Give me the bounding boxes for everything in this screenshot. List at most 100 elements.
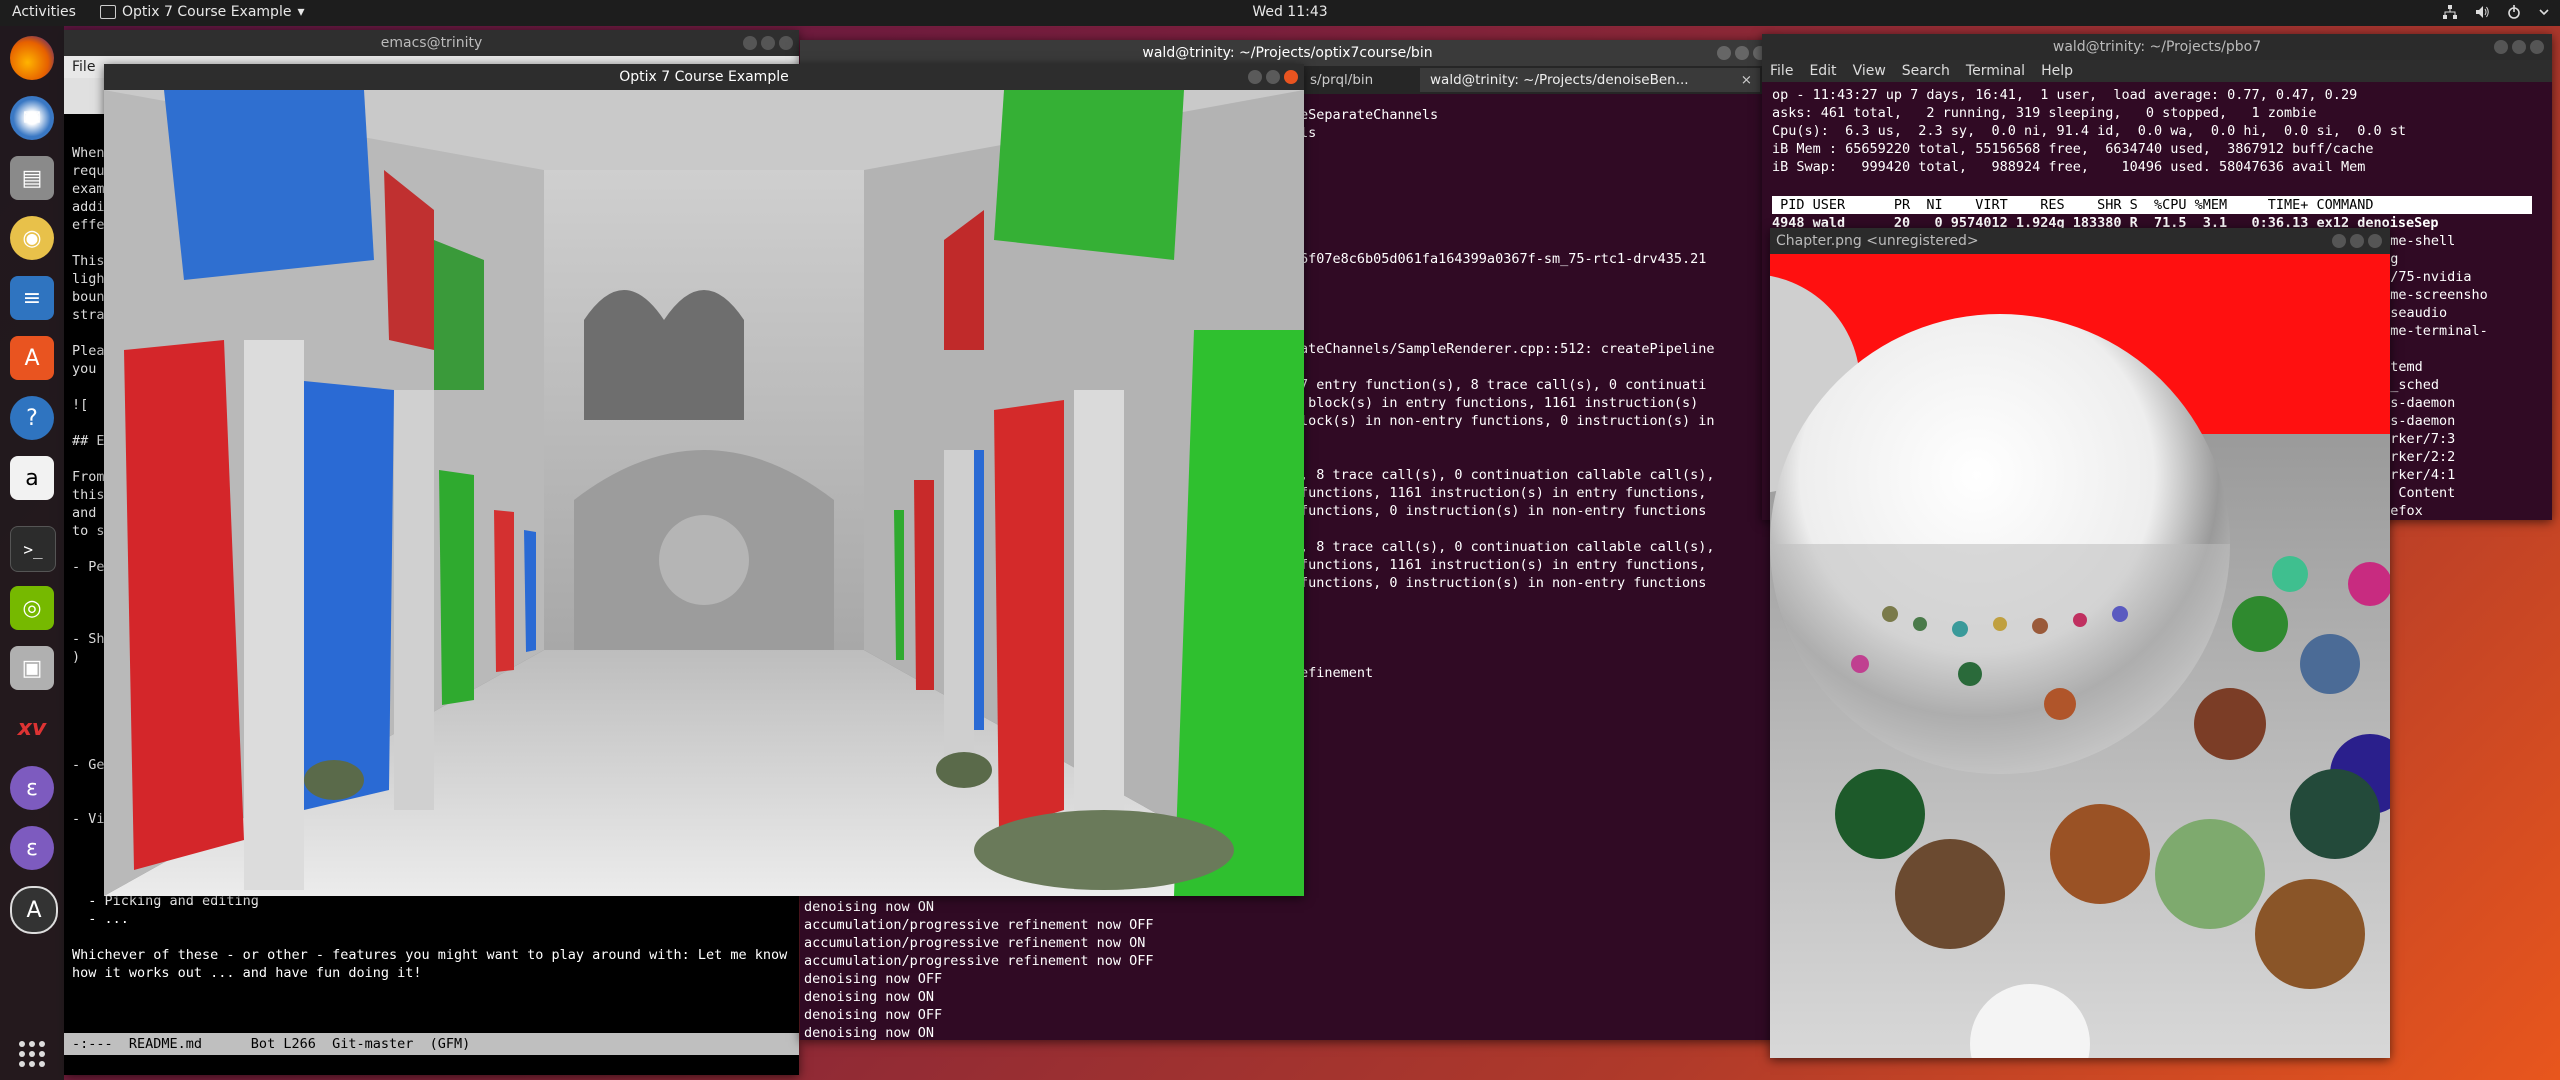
maximize-button[interactable] [1266, 70, 1280, 84]
process-command: op [2374, 340, 2488, 358]
close-button[interactable] [2368, 234, 2382, 248]
terminal-line: 6f07e8c6b05d061fa164399a0367f-sm_75-rtc1… [1300, 251, 1707, 267]
terminal-line: denoising now ON [804, 899, 935, 915]
blue-curtain [294, 380, 394, 810]
menu-edit[interactable]: Edit [1809, 60, 1836, 82]
terminal-line: functions, 0 instruction(s) in non-entry… [1300, 503, 1707, 519]
emacs-title: emacs@trinity [380, 35, 483, 51]
emacs-icon[interactable]: ε [10, 826, 54, 870]
close-button[interactable] [1284, 70, 1298, 84]
minimize-button[interactable] [2494, 40, 2508, 54]
maximize-button[interactable] [1735, 46, 1749, 60]
system-tray[interactable] [2442, 4, 2550, 20]
terminal-line: eSeparateChannels [1300, 107, 1439, 123]
buffer-line: how it works out ... and have fun doing … [72, 965, 422, 981]
terminal-line: denoising now ON [804, 1025, 935, 1040]
buffer-line [72, 594, 105, 612]
emacs-titlebar[interactable]: emacs@trinity [64, 30, 799, 56]
process-command: cu_sched [2374, 377, 2440, 393]
software-center-icon[interactable]: A [10, 336, 54, 380]
minimize-button[interactable] [1717, 46, 1731, 60]
close-button[interactable] [779, 36, 793, 50]
minimize-button[interactable] [1248, 70, 1262, 84]
buffer-line [72, 666, 105, 684]
close-icon[interactable]: × [1741, 68, 1752, 92]
top-terminal-titlebar[interactable]: wald@trinity: ~/Projects/pbo7 [1762, 34, 2552, 60]
terminal-line: block(s) in entry functions, 1161 instru… [1300, 395, 1699, 411]
buffer-line [72, 720, 105, 738]
xv-icon[interactable]: xv [10, 706, 54, 750]
optix-titlebar[interactable]: Optix 7 Course Example [104, 64, 1304, 90]
process-command: nome-shell [2374, 233, 2456, 249]
buffer-line: When [72, 145, 105, 161]
terminal-title: wald@trinity: ~/Projects/optix7course/bi… [1142, 45, 1433, 61]
terminal-tab-active[interactable]: wald@trinity: ~/Projects/denoiseBen... × [1420, 68, 1760, 92]
network-icon [2443, 5, 2457, 19]
menu-terminal[interactable]: Terminal [1966, 60, 2025, 82]
process-command: nome-terminal- [2374, 323, 2488, 339]
buffer-line [72, 928, 787, 946]
red-curtain [124, 340, 244, 870]
process-command: ystemd [2374, 359, 2423, 375]
rhythmbox-icon[interactable]: ◉ [10, 216, 54, 260]
activities-button[interactable]: Activities [12, 4, 76, 20]
buffer-line: ![ [72, 397, 89, 413]
buffer-line: - Sh [72, 631, 105, 647]
emacs-menu-file[interactable]: File [72, 56, 95, 78]
terminal-line: , 8 trace call(s), 0 continuation callab… [1300, 539, 1715, 555]
terminal-line: lock(s) in non-entry functions, 0 instru… [1300, 413, 1715, 429]
camera-icon[interactable]: ▣ [10, 646, 54, 690]
terminal-titlebar[interactable]: wald@trinity: ~/Projects/optix7course/bi… [800, 40, 1775, 66]
chevron-down-icon [2539, 9, 2549, 16]
menu-file[interactable]: File [1770, 60, 1793, 82]
updater-icon[interactable]: A [10, 886, 58, 934]
help-icon[interactable]: ? [10, 396, 54, 440]
image-viewer-titlebar[interactable]: Chapter.png <unregistered> [1770, 228, 2390, 254]
writer-icon[interactable]: ≡ [10, 276, 54, 320]
buffer-line [72, 324, 105, 342]
buffer-line: - Pe [72, 559, 105, 575]
menu-view[interactable]: View [1853, 60, 1886, 82]
maximize-button[interactable] [2512, 40, 2526, 54]
top-summary-line: Cpu(s): 6.3 us, 2.3 sy, 0.0 ni, 91.4 id,… [1772, 123, 2406, 139]
app-menu[interactable]: Optix 7 Course Example ▾ [100, 4, 304, 20]
top-summary-line: asks: 461 total, 2 running, 319 sleeping… [1772, 105, 2317, 121]
menu-search[interactable]: Search [1902, 60, 1950, 82]
buffer-line [72, 450, 105, 468]
minimize-button[interactable] [743, 36, 757, 50]
buffer-line [72, 234, 105, 252]
menu-help[interactable]: Help [2041, 60, 2073, 82]
thunderbird-icon[interactable]: ✉ [10, 96, 54, 140]
files-icon[interactable]: ▤ [10, 156, 54, 200]
chevron-down-icon: ▾ [297, 4, 305, 20]
buffer-line: and [72, 505, 105, 521]
maximize-button[interactable] [2350, 234, 2364, 248]
emacs-icon[interactable]: ε [10, 766, 54, 810]
power-icon [2508, 5, 2520, 19]
terminal-icon[interactable]: >_ [10, 526, 56, 572]
nvidia-icon[interactable]: ◎ [10, 586, 54, 630]
emacs-buffer[interactable]: - Picking and editing - ... Whichever of… [72, 892, 787, 982]
buffer-line: - Ge [72, 757, 105, 773]
buffer-line [72, 738, 105, 756]
maximize-button[interactable] [761, 36, 775, 50]
emacs-buffer-fragments[interactable]: When requ exam addi effe This ligh boun stra Pl… [72, 144, 105, 828]
clock[interactable]: Wed 11:43 [1240, 4, 1340, 20]
firefox-icon[interactable] [10, 36, 54, 80]
buffer-line: Plea [72, 343, 105, 359]
window-icon [100, 5, 116, 19]
buffer-line [72, 414, 105, 432]
show-applications-icon[interactable] [10, 1032, 54, 1076]
terminal-line: functions, 1161 instruction(s) in entry … [1300, 485, 1707, 501]
sponza-render[interactable] [104, 90, 1304, 896]
amazon-icon[interactable]: a [10, 456, 54, 500]
process-command: rq/75-nvidia [2374, 269, 2472, 285]
close-button[interactable] [2530, 40, 2544, 54]
minimize-button[interactable] [2332, 234, 2346, 248]
buffer-line [72, 702, 105, 720]
buffer-line: boun [72, 289, 105, 305]
